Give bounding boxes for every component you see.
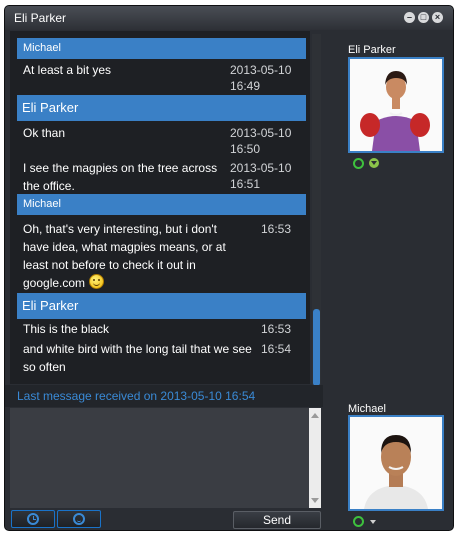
message-text: This is the black [23,322,110,336]
message-timestamp: 2013-05-10 16:49 [230,63,292,93]
boxer-woman-avatar-icon [350,59,442,151]
message-input[interactable] [10,408,318,508]
message-author-header: Michael [17,194,306,215]
close-icon[interactable]: × [432,12,443,23]
message-text: I see the magpies on the tree across the… [23,161,218,193]
message-author-header: Eli Parker [17,95,306,121]
message-body: Oh, that's very interesting, but i don't… [23,220,245,292]
compose-toolbar: Send [5,508,323,530]
message-text: Ok than [23,126,66,140]
man-avatar-icon [350,417,442,509]
title-bar[interactable]: Eli Parker – □ × [5,6,453,30]
scroll-up-icon[interactable] [311,413,319,418]
window-title: Eli Parker [14,11,67,25]
send-button[interactable]: Send [233,511,321,529]
message-author-header: Eli Parker [17,293,306,319]
message-timestamp: 2013-05-10 16:50 [230,126,292,156]
last-message-status: Last message received on 2013-05-10 16:5… [17,389,256,403]
participant-photo [348,415,444,511]
chat-window: Eli Parker – □ × Michael At least a bit … [4,5,454,531]
message-timestamp: 16:54 [261,342,292,356]
emoticon-button[interactable] [57,510,101,528]
smiley-icon [73,513,85,525]
maximize-icon[interactable]: □ [418,12,429,23]
input-scrollbar[interactable] [309,408,321,508]
status-bar: Last message received on 2013-05-10 16:5… [5,385,323,407]
message-text: Oh, that's very interesting, but i don't… [23,222,226,290]
participant-name: Michael [348,403,386,415]
message-timestamp: 16:53 [261,322,292,336]
smiley-emoticon-icon [89,274,105,289]
message-history: Michael At least a bit yes 2013-05-10 16… [10,31,310,384]
presence-dropdown-icon[interactable] [370,520,376,524]
participants-panel: Eli Parker Michael [323,30,453,530]
presence-dropdown-icon[interactable] [369,158,379,168]
message-timestamp: 2013-05-10 16:51 [230,161,292,191]
history-scrollbar-thumb[interactable] [313,309,320,386]
message-author-header: Michael [17,38,306,59]
participant-name: Eli Parker [348,44,396,56]
message-text: and white bird with the long tail that w… [23,342,252,374]
message-timestamp: 16:53 [261,222,292,236]
scroll-down-icon[interactable] [311,498,319,503]
minimize-icon[interactable]: – [404,12,415,23]
online-status-icon [353,158,364,169]
clock-icon [27,513,39,525]
message-text: At least a bit yes [23,63,112,77]
participant-photo [348,57,444,153]
history-button[interactable] [11,510,55,528]
online-status-icon [353,516,364,527]
